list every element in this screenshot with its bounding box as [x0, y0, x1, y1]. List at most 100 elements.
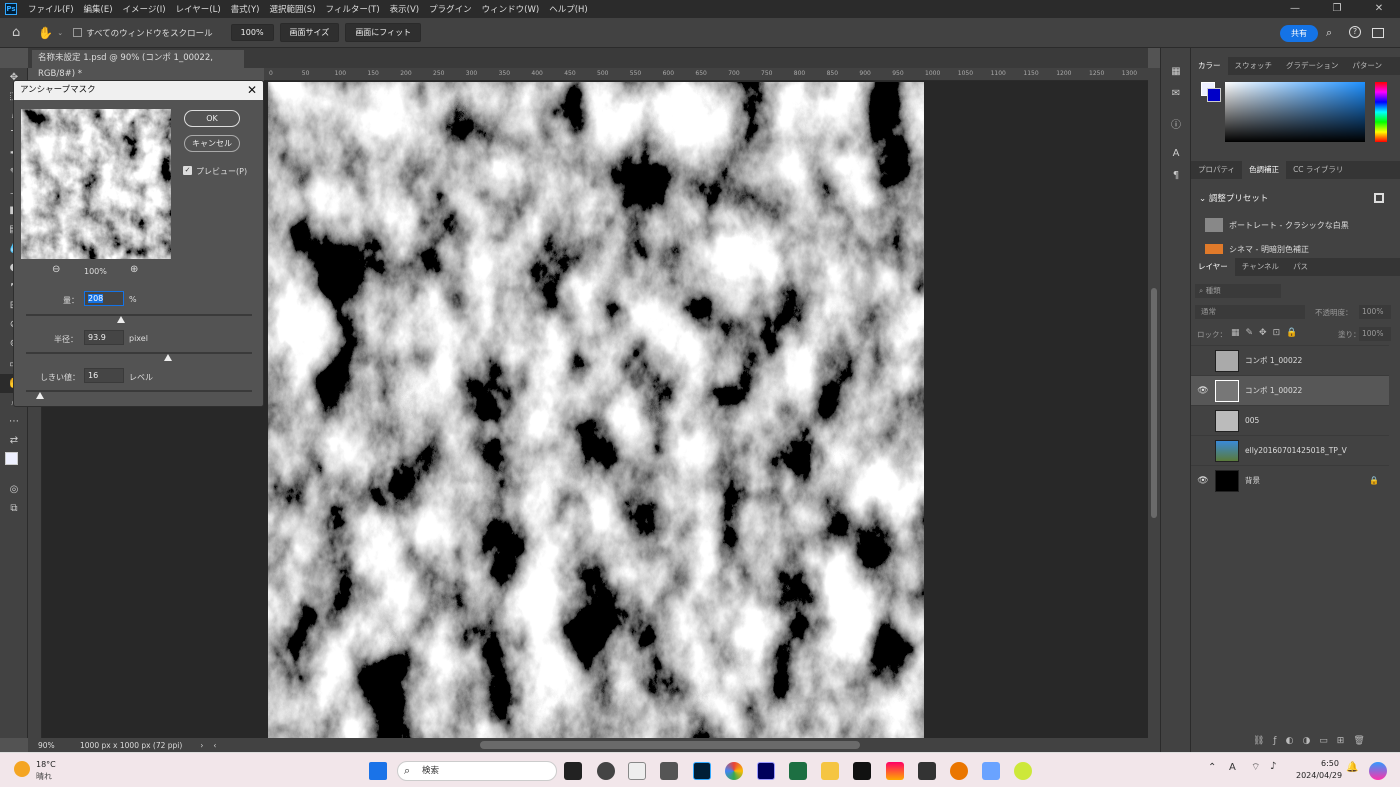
tab-patterns[interactable]: パターン: [1345, 57, 1389, 75]
photoshop-taskbar-icon[interactable]: [693, 762, 711, 780]
wifi-icon[interactable]: ⌔: [1251, 761, 1260, 774]
dialog-title[interactable]: アンシャープマスク: [14, 81, 263, 100]
layer-row[interactable]: 👁 背景 🔒: [1191, 465, 1389, 495]
ok-button[interactable]: OK: [184, 110, 240, 127]
hue-slider[interactable]: [1375, 82, 1387, 142]
chevron-up-icon[interactable]: ⌃: [1208, 762, 1216, 773]
copilot-icon[interactable]: [1369, 762, 1387, 780]
layer-actions[interactable]: ⛓ƒ◐◑▭⊞🗑: [1253, 736, 1374, 746]
windows-start-icon[interactable]: [369, 762, 387, 780]
panel-background-swatch[interactable]: [1207, 88, 1221, 102]
zoom-out-icon[interactable]: ⊖: [52, 264, 60, 275]
eye-icon[interactable]: 👁: [1191, 476, 1215, 486]
tab-layers[interactable]: レイヤー: [1191, 258, 1235, 276]
menu-plugins[interactable]: プラグイン: [424, 3, 477, 15]
close-icon[interactable]: ✕: [247, 81, 257, 100]
lock-icons[interactable]: ▦✎✥⊡🔒: [1231, 328, 1303, 338]
clock-time[interactable]: 6:50: [1321, 759, 1339, 768]
workspace-icon[interactable]: [1372, 28, 1384, 38]
radius-slider-track[interactable]: [26, 352, 252, 354]
radius-input[interactable]: 93.9: [84, 330, 124, 345]
status-chevron-icon[interactable]: ›: [200, 741, 203, 750]
minimize-button[interactable]: —: [1274, 0, 1316, 18]
tab-adjustments[interactable]: 色調補正: [1242, 161, 1287, 179]
menu-help[interactable]: ヘルプ(H): [544, 3, 593, 15]
color-swatches[interactable]: [0, 450, 27, 480]
character-icon[interactable]: A: [1161, 142, 1191, 164]
taskbar-search[interactable]: 検索: [397, 761, 557, 781]
radius-slider-knob[interactable]: [164, 354, 173, 361]
paragraph-icon[interactable]: ¶: [1161, 164, 1191, 186]
layer-row[interactable]: elly20160701425018_TP_V: [1191, 435, 1389, 465]
file-explorer-icon[interactable]: [821, 762, 839, 780]
app-icon[interactable]: [564, 762, 582, 780]
blend-mode-select[interactable]: 通常: [1195, 305, 1305, 319]
menu-filter[interactable]: フィルター(T): [321, 3, 385, 15]
tab-channels[interactable]: チャンネル: [1235, 258, 1286, 276]
foreground-color-swatch[interactable]: [5, 452, 18, 465]
app-icon[interactable]: [886, 762, 904, 780]
cancel-button[interactable]: キャンセル: [184, 135, 240, 152]
excel-icon[interactable]: [789, 762, 807, 780]
scroll-left-icon[interactable]: ‹: [213, 741, 216, 750]
menu-window[interactable]: ウィンドウ(W): [477, 3, 545, 15]
menu-edit[interactable]: 編集(E): [79, 3, 118, 15]
menu-file[interactable]: ファイル(F): [23, 3, 79, 15]
clock-date[interactable]: 2024/04/29: [1296, 771, 1342, 780]
help-icon[interactable]: ?: [1349, 26, 1361, 38]
more-tools-icon[interactable]: ⋯: [0, 412, 28, 431]
volume-icon[interactable]: ♪: [1270, 761, 1276, 772]
document-canvas[interactable]: [268, 82, 924, 738]
weather-icon[interactable]: [14, 761, 30, 777]
fill-field[interactable]: 100%: [1359, 327, 1391, 341]
amount-input[interactable]: 208: [84, 291, 124, 306]
chevron-down-icon[interactable]: ⌄: [57, 29, 63, 37]
chrome-icon[interactable]: [725, 762, 743, 780]
amount-slider-knob[interactable]: [116, 316, 125, 323]
preview-checkbox[interactable]: ✓: [183, 166, 192, 175]
app-icon[interactable]: [628, 762, 646, 780]
filter-preview[interactable]: [21, 109, 171, 259]
screen-size-button[interactable]: 画面サイズ: [279, 23, 340, 42]
opacity-field[interactable]: 100%: [1359, 305, 1391, 319]
layer-row[interactable]: コンポ 1_00022: [1191, 345, 1389, 375]
comment-icon[interactable]: ✉: [1161, 82, 1191, 104]
app-icon[interactable]: [597, 762, 615, 780]
amount-slider-track[interactable]: [26, 314, 252, 316]
threshold-slider-knob[interactable]: [35, 392, 44, 399]
screen-mode-icon[interactable]: ⧉: [0, 499, 28, 518]
threshold-slider-track[interactable]: [26, 390, 252, 392]
color-picker-field[interactable]: [1225, 82, 1365, 142]
quick-mask-icon[interactable]: ◎: [0, 480, 28, 499]
share-button[interactable]: 共有: [1280, 25, 1318, 42]
zoom-100-button[interactable]: 100%: [230, 24, 274, 41]
tab-swatches[interactable]: スウォッチ: [1228, 57, 1280, 75]
blender-icon[interactable]: [950, 762, 968, 780]
app-icon[interactable]: [660, 762, 678, 780]
zoom-in-icon[interactable]: ⊕: [130, 264, 138, 275]
maximize-button[interactable]: ❐: [1316, 0, 1358, 18]
document-tab[interactable]: 名称未設定 1.psd @ 90% (コンポ 1_00022, RGB/8#) …: [32, 50, 244, 79]
tab-paths[interactable]: パス: [1286, 258, 1315, 276]
tab-color[interactable]: カラー: [1191, 57, 1228, 75]
layer-filter-select[interactable]: ⌕ 種類: [1195, 284, 1281, 298]
tab-cc-libraries[interactable]: CC ライブラリ: [1286, 161, 1350, 179]
menu-select[interactable]: 選択範囲(S): [264, 3, 320, 15]
notification-icon[interactable]: 🔔: [1346, 762, 1358, 773]
threshold-input[interactable]: 16: [84, 368, 124, 383]
app-icon[interactable]: [918, 762, 936, 780]
scroll-all-checkbox[interactable]: [73, 28, 83, 37]
zoom-level[interactable]: 90%: [38, 741, 78, 750]
app-icon[interactable]: [853, 762, 871, 780]
preset-item[interactable]: ポートレート - クラシックな白黒: [1205, 218, 1349, 232]
preset-header[interactable]: ⌄ 調整プリセット: [1199, 192, 1268, 204]
fit-screen-button[interactable]: 画面にフィット: [345, 23, 422, 42]
after-effects-icon[interactable]: [757, 762, 775, 780]
menu-type[interactable]: 書式(Y): [226, 3, 265, 15]
search-icon[interactable]: ⌕: [1326, 26, 1332, 40]
menu-image[interactable]: イメージ(I): [118, 3, 171, 15]
ime-indicator[interactable]: A: [1229, 762, 1236, 773]
hand-tool-icon[interactable]: ✋: [38, 26, 53, 40]
history-icon[interactable]: ▦: [1161, 60, 1191, 82]
info-icon[interactable]: ⓘ: [1161, 112, 1191, 134]
